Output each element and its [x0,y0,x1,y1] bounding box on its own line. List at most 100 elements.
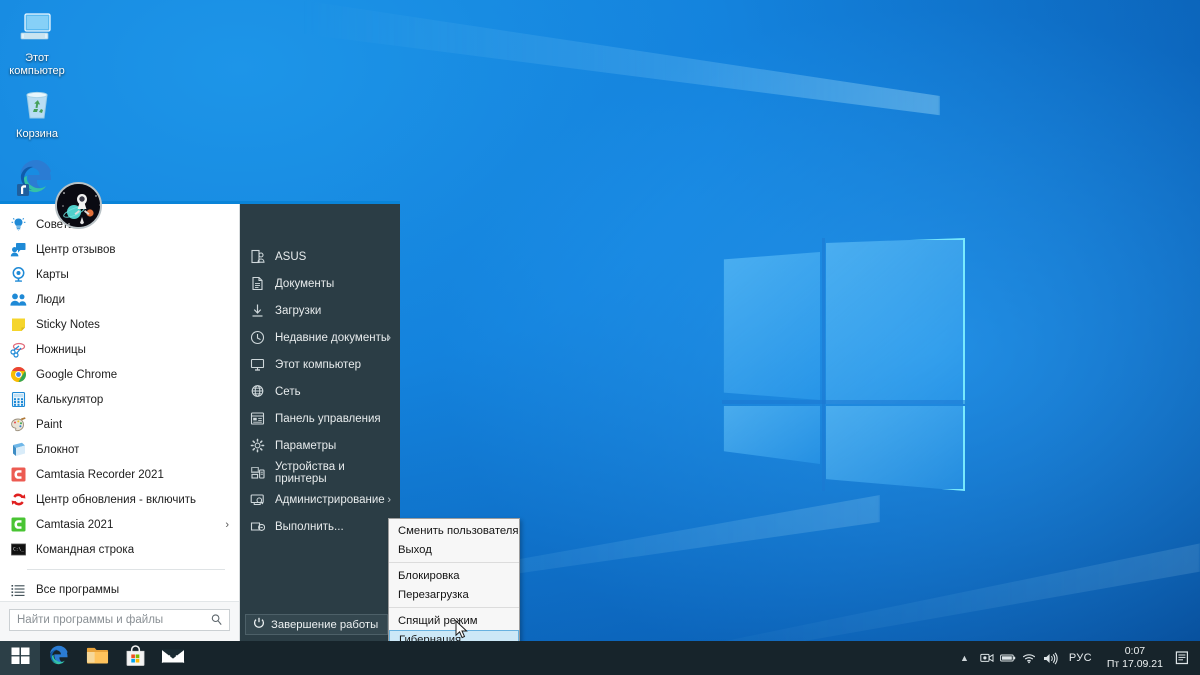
menu-item-lock[interactable]: Блокировка [389,566,519,585]
menu-item-sign-out[interactable]: Выход [389,540,519,559]
chevron-right-icon: › [225,518,229,531]
start-menu-item-label: Командная строка [36,543,135,556]
start-menu-place-settings[interactable]: Параметры [240,432,400,459]
menu-item-label: Сменить пользователя [398,524,519,537]
start-menu-place-network[interactable]: Сеть [240,378,400,405]
network-globe-icon [249,383,266,400]
search-input[interactable] [10,614,229,626]
mouse-cursor [455,619,469,640]
start-menu-item-google-chrome[interactable]: Google Chrome [0,362,239,387]
start-menu-item-tips[interactable]: Советы [0,212,239,237]
control-panel-icon [249,410,266,427]
start-menu-separator [27,569,225,570]
user-avatar[interactable] [55,182,102,229]
shutdown-button[interactable]: Завершение работы [245,614,389,635]
start-menu-place-label: Загрузки [275,304,322,317]
tips-lightbulb-icon [9,216,27,234]
desktop-icon-label: Этот компьютер [9,52,65,77]
desktop-icon-recycle-bin[interactable]: Корзина [0,82,74,141]
start-menu-place-label: Параметры [275,439,337,452]
desktop-screen: Этот компьютер Корзина Советы Центр отзы… [0,0,1200,675]
start-menu-item-notepad[interactable]: Блокнот [0,437,239,462]
screen-recorder-icon[interactable] [977,652,998,664]
paint-icon [9,416,27,434]
microsoft-store-icon [125,644,146,672]
user-folder-icon [249,248,266,265]
start-menu-item-calculator[interactable]: Калькулятор [0,387,239,412]
maps-icon [9,266,27,284]
start-menu-item-camtasia[interactable]: Camtasia 2021 › [0,512,239,537]
start-menu-place-label: Этот компьютер [275,358,361,371]
start-menu-right-panel: ASUS Документы Загрузки Недавние докумен… [240,204,400,641]
start-menu-item-label: Sticky Notes [36,318,100,331]
start-menu-places-list: ASUS Документы Загрузки Недавние докумен… [240,204,400,641]
start-menu-item-windows-update[interactable]: Центр обновления - включить [0,487,239,512]
menu-separator [389,562,519,563]
volume-icon[interactable] [1040,652,1061,665]
battery-icon[interactable] [998,653,1019,663]
taskbar-app-mail[interactable] [154,641,192,675]
start-menu-place-control-panel[interactable]: Панель управления [240,405,400,432]
start-menu-place-asus[interactable]: ASUS [240,243,400,270]
menu-item-restart[interactable]: Перезагрузка [389,585,519,604]
start-menu-place-devices-printers[interactable]: Устройства и принтеры [240,459,400,486]
settings-gear-icon [249,437,266,454]
camtasia-icon [9,516,27,534]
start-menu-item-people[interactable]: Люди [0,287,239,312]
this-pc-monitor-icon [249,356,266,373]
start-menu-place-downloads[interactable]: Загрузки [240,297,400,324]
taskbar-app-file-explorer[interactable] [78,641,116,675]
start-menu-place-this-pc[interactable]: Этот компьютер [240,351,400,378]
sticky-notes-icon [9,316,27,334]
chevron-right-icon: › [387,331,391,344]
downloads-icon [249,302,266,319]
start-menu-item-camtasia-recorder[interactable]: Camtasia Recorder 2021 [0,462,239,487]
menu-item-label: Перезагрузка [398,588,469,601]
menu-item-sleep[interactable]: Спящий режим [389,611,519,630]
svg-text:C:\_: C:\_ [13,546,24,552]
chevron-right-icon: › [387,493,391,506]
start-menu-search-area [0,601,239,641]
start-menu-item-label: Google Chrome [36,368,118,381]
start-menu-place-recent-documents[interactable]: Недавние документы › [240,324,400,351]
wifi-icon[interactable] [1019,652,1040,664]
all-programs-icon [9,581,27,599]
start-menu-item-label: Калькулятор [36,393,104,406]
start-menu-item-label: Центр отзывов [36,243,116,256]
language-indicator[interactable]: РУС [1061,652,1100,664]
start-menu-item-command-prompt[interactable]: C:\_ Командная строка [0,537,239,562]
start-menu-place-documents[interactable]: Документы [240,270,400,297]
menu-item-label: Блокировка [398,569,460,582]
start-menu-item-label: Карты [36,268,69,281]
start-menu-all-programs[interactable]: Все программы [0,577,239,601]
start-menu-item-label: Camtasia Recorder 2021 [36,468,164,481]
start-menu-place-label: Администрирование [275,493,385,506]
start-menu-place-run[interactable]: Выполнить... [240,513,400,540]
start-menu-place-administrative-tools[interactable]: Администрирование › [240,486,400,513]
start-menu-item-maps[interactable]: Карты [0,262,239,287]
action-center-icon[interactable] [1170,650,1196,666]
start-menu-place-label: Панель управления [275,412,381,425]
clock[interactable]: 0:07 Пт 17.09.21 [1100,645,1170,671]
this-pc-icon [0,6,74,50]
start-menu-item-snipping-tool[interactable]: Ножницы [0,337,239,362]
start-menu-item-label: Camtasia 2021 [36,518,114,531]
recycle-bin-icon [0,82,74,126]
windows-start-icon [11,646,30,670]
feedback-hub-icon [9,241,27,259]
start-menu-place-label: Документы [275,277,335,290]
shutdown-options-menu: Сменить пользователя Выход Блокировка Пе… [388,518,520,653]
start-menu-item-feedback-hub[interactable]: Центр отзывов [0,237,239,262]
show-hidden-icons-chevron-up[interactable]: ▲ [952,653,977,663]
start-menu-search-box[interactable] [9,609,230,631]
wallpaper-windows-logo [722,238,965,491]
taskbar-app-microsoft-edge[interactable] [40,641,78,675]
desktop-icon-this-pc[interactable]: Этот компьютер [0,6,74,78]
start-menu-item-paint[interactable]: Paint [0,412,239,437]
start-menu-item-label: Люди [36,293,66,306]
start-button[interactable] [0,641,40,675]
start-menu-item-sticky-notes[interactable]: Sticky Notes [0,312,239,337]
start-menu-place-label: ASUS [275,250,307,263]
menu-item-switch-user[interactable]: Сменить пользователя [389,521,519,540]
taskbar-app-microsoft-store[interactable] [116,641,154,675]
